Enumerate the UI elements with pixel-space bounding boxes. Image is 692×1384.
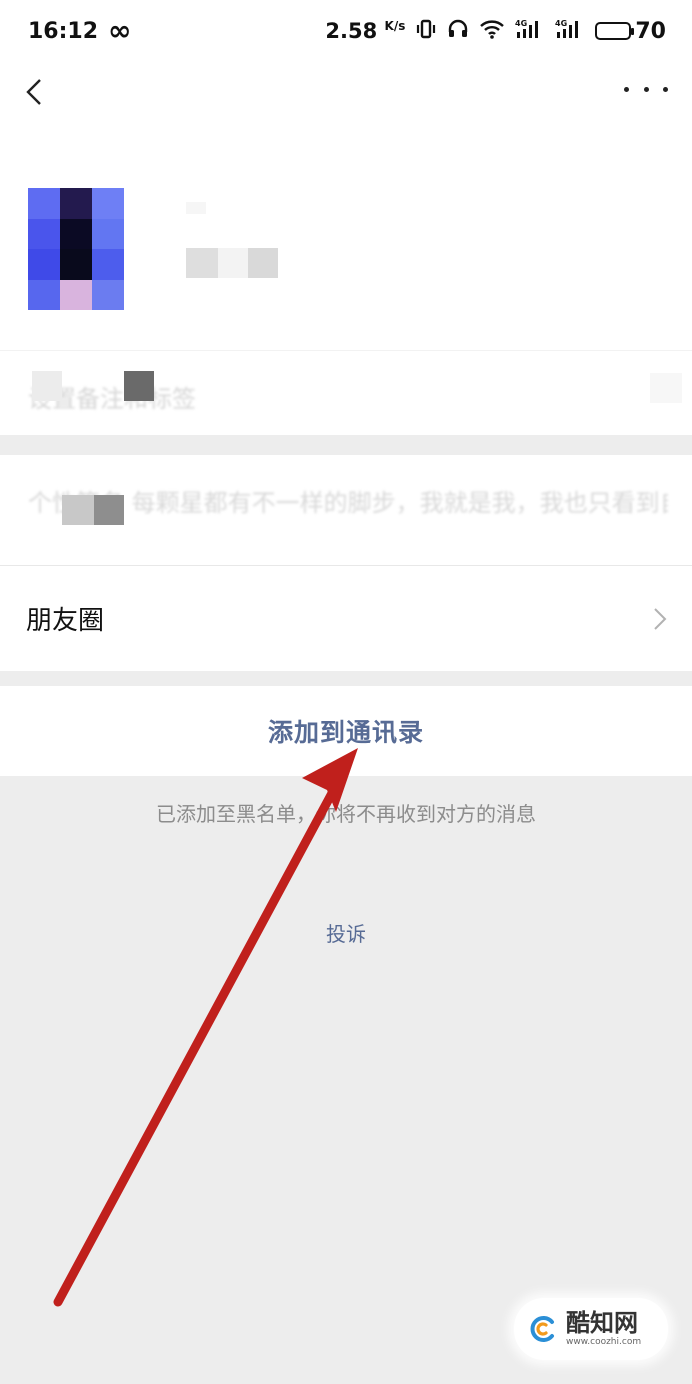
status-time: 16:12 bbox=[28, 18, 99, 44]
blacklist-note: 已添加至黑名单，你将不再收到对方的消息 bbox=[156, 802, 536, 826]
watermark: 酷知网 www.coozhi.com bbox=[514, 1298, 668, 1360]
status-bar: 16:12 ∞ 2.58 K/s 4G 4G 70 bbox=[0, 0, 692, 62]
add-to-contacts-button[interactable]: 添加到通讯录 bbox=[0, 686, 692, 776]
battery-indicator: 70 bbox=[595, 19, 666, 44]
svg-text:4G: 4G bbox=[555, 19, 567, 28]
remark-blur-block-2 bbox=[124, 371, 154, 401]
wechat-id-blurred bbox=[186, 202, 206, 214]
profile-card: 设置备注和标签 bbox=[0, 120, 692, 435]
chevron-right-icon bbox=[654, 608, 667, 630]
add-to-contacts-label: 添加到通讯录 bbox=[267, 718, 424, 747]
remark-blur-block-3 bbox=[650, 373, 682, 403]
network-speed-value: 2.58 bbox=[325, 19, 378, 43]
nickname-blurred-2 bbox=[218, 248, 248, 278]
headphones-icon bbox=[447, 18, 469, 44]
infinity-icon: ∞ bbox=[108, 14, 132, 47]
arrow-shaft bbox=[53, 777, 343, 1307]
more-options-button[interactable] bbox=[624, 74, 668, 104]
coozhi-logo-icon bbox=[530, 1316, 554, 1342]
screen: 16:12 ∞ 2.58 K/s 4G 4G 70 设置备注和标签 个性签名 每… bbox=[0, 0, 692, 1384]
signal-4g-icon: 4G bbox=[515, 18, 545, 44]
remark-blur-block bbox=[32, 371, 62, 401]
complain-link[interactable]: 投诉 bbox=[0, 918, 692, 947]
battery-level: 70 bbox=[635, 18, 666, 44]
moments-label: 朋友圈 bbox=[26, 606, 105, 636]
network-speed-unit: K/s bbox=[384, 19, 406, 33]
chevron-left-icon bbox=[26, 79, 41, 105]
watermark-title: 酷知网 bbox=[566, 1308, 638, 1337]
ellipsis-icon-dot bbox=[663, 86, 668, 92]
battery-icon bbox=[595, 22, 635, 40]
signal-4g-icon-2: 4G bbox=[555, 18, 585, 44]
avatar[interactable] bbox=[28, 188, 124, 310]
vibrate-icon bbox=[415, 18, 437, 44]
wifi-icon bbox=[479, 18, 505, 44]
nav-bar bbox=[0, 62, 692, 120]
svg-text:4G: 4G bbox=[515, 19, 527, 28]
ellipsis-icon-dot bbox=[643, 86, 649, 92]
signature-text: 个性签名 每颗星都有不一样的脚步，我就是我，我也只看到自 bbox=[28, 489, 668, 517]
ellipsis-icon-dot bbox=[624, 86, 629, 92]
network-speed: 2.58 K/s bbox=[325, 19, 405, 43]
nickname-blurred-3 bbox=[248, 248, 278, 278]
remark-tag-row[interactable]: 设置备注和标签 bbox=[0, 350, 692, 435]
watermark-url: www.coozhi.com bbox=[566, 1337, 642, 1347]
info-section: 个性签名 每颗星都有不一样的脚步，我就是我，我也只看到自 朋友圈 bbox=[0, 455, 692, 671]
signature-blur-block bbox=[62, 495, 94, 525]
signature-blur-block-2 bbox=[94, 495, 124, 525]
moments-row[interactable]: 朋友圈 bbox=[0, 565, 692, 671]
nickname-blurred bbox=[186, 248, 218, 278]
back-button[interactable] bbox=[18, 70, 58, 110]
